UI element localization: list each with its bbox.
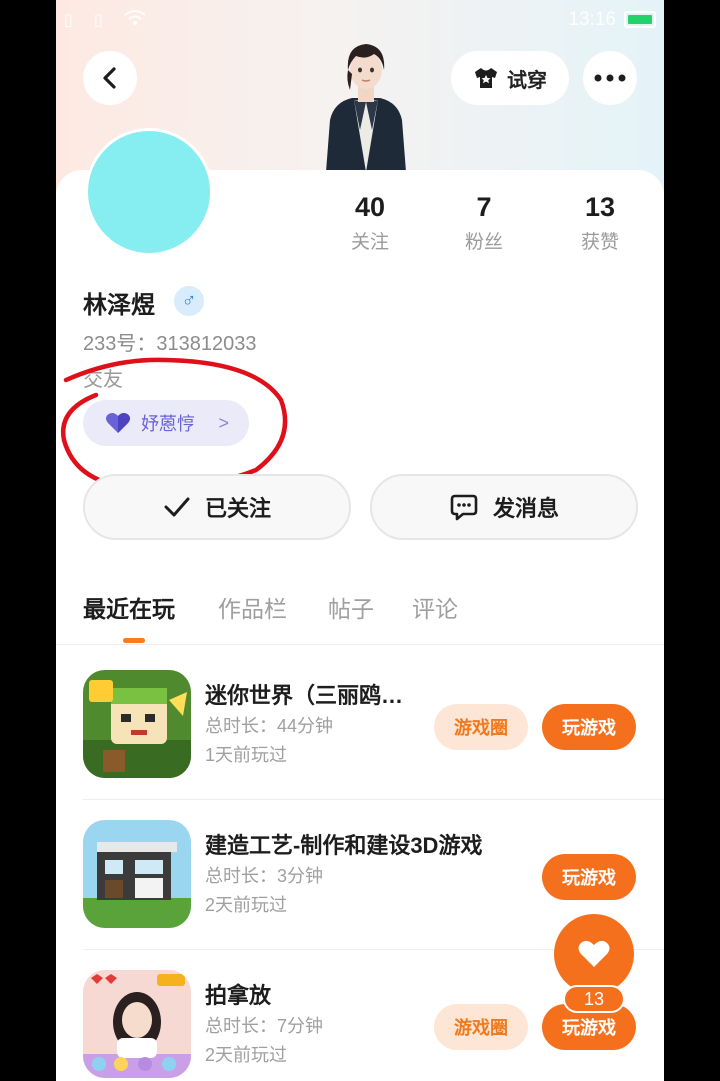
game-duration: 总时长：7分钟 bbox=[205, 1016, 324, 1036]
play-game-button[interactable]: 玩游戏 bbox=[542, 854, 636, 900]
stat-likes[interactable]: 13 获赞 bbox=[550, 192, 650, 254]
try-on-button[interactable]: 试穿 bbox=[451, 51, 569, 105]
game-icon-mini-world bbox=[83, 670, 191, 778]
game-last-played: 1天前玩过 bbox=[205, 745, 288, 765]
game-duration: 总时长：3分钟 bbox=[205, 866, 324, 886]
stat-following[interactable]: 40 关注 bbox=[320, 192, 420, 254]
chevron-right-icon: > bbox=[218, 412, 229, 433]
chevron-left-icon bbox=[103, 67, 116, 89]
user-id: 233号：313812033 bbox=[83, 333, 257, 355]
sim-card-icon: ▯ bbox=[64, 12, 73, 29]
relation-pill[interactable]: 妤蒽悙 > bbox=[83, 400, 249, 446]
followed-label: 已关注 bbox=[204, 496, 271, 521]
fans-label: 粉丝 bbox=[464, 232, 503, 253]
back-button[interactable] bbox=[83, 51, 137, 105]
heart-icon bbox=[106, 413, 130, 433]
more-dots-icon bbox=[594, 74, 626, 82]
game-circle-button[interactable]: 游戏圈 bbox=[434, 1004, 528, 1050]
profile-screen: ▯ ▯ 13:16 试穿 40 关注 7 粉丝 13 获赞 林泽煜 ♂ 233号… bbox=[56, 0, 664, 1081]
game-list-item[interactable]: 迷你世界（三丽鸥… 总时长：44分钟 1天前玩过 游戏圈 玩游戏 bbox=[56, 650, 664, 800]
tab-posts[interactable]: 帖子 bbox=[328, 590, 374, 624]
tshirt-icon bbox=[475, 68, 497, 88]
tab-works[interactable]: 作品栏 bbox=[218, 590, 287, 624]
game-last-played: 2天前玩过 bbox=[205, 1045, 288, 1065]
like-count-badge: 13 bbox=[563, 985, 625, 1013]
relation-pill-label: 妤蒽悙 bbox=[141, 414, 195, 434]
game-circle-button[interactable]: 游戏圈 bbox=[434, 704, 528, 750]
status-bar: ▯ ▯ 13:16 bbox=[56, 0, 664, 40]
game-name: 拍拿放 bbox=[205, 983, 272, 1008]
wifi-icon bbox=[124, 10, 146, 31]
male-gender-icon: ♂ bbox=[174, 286, 204, 316]
followed-button[interactable]: 已关注 bbox=[83, 474, 351, 540]
try-on-label: 试穿 bbox=[507, 69, 547, 92]
send-message-label: 发消息 bbox=[492, 496, 559, 521]
check-icon bbox=[164, 497, 190, 517]
send-message-button[interactable]: 发消息 bbox=[370, 474, 638, 540]
game-name: 建造工艺-制作和建设3D游戏 bbox=[205, 833, 483, 858]
username: 林泽煜 bbox=[83, 292, 155, 319]
status-time: 13:16 bbox=[568, 9, 616, 30]
game-icon-building-craft bbox=[83, 820, 191, 928]
game-duration: 总时长：44分钟 bbox=[205, 716, 334, 736]
tab-comments[interactable]: 评论 bbox=[412, 590, 458, 624]
game-name: 迷你世界（三丽鸥… bbox=[205, 683, 404, 708]
active-tab-indicator bbox=[123, 638, 145, 643]
likes-label: 获赞 bbox=[580, 232, 619, 253]
chat-bubble-icon bbox=[450, 494, 478, 521]
profile-avatar[interactable] bbox=[85, 128, 213, 256]
heart-icon bbox=[578, 940, 610, 967]
tabs-divider bbox=[56, 644, 664, 645]
tab-recently-played[interactable]: 最近在玩 bbox=[83, 590, 175, 624]
like-button[interactable] bbox=[554, 914, 634, 994]
likes-count: 13 bbox=[584, 192, 616, 222]
play-game-button[interactable]: 玩游戏 bbox=[542, 704, 636, 750]
game-icon-pai-na-fang bbox=[83, 970, 191, 1078]
stat-fans[interactable]: 7 粉丝 bbox=[434, 192, 534, 254]
sim-card-2-icon: ▯ bbox=[94, 12, 103, 29]
battery-icon bbox=[624, 11, 656, 28]
following-label: 关注 bbox=[350, 232, 389, 253]
more-options-button[interactable] bbox=[583, 51, 637, 105]
fans-count: 7 bbox=[476, 192, 492, 222]
following-count: 40 bbox=[354, 192, 386, 222]
avatar-figure[interactable] bbox=[316, 40, 416, 172]
game-last-played: 2天前玩过 bbox=[205, 895, 288, 915]
profile-tag: 交友 bbox=[83, 369, 123, 391]
